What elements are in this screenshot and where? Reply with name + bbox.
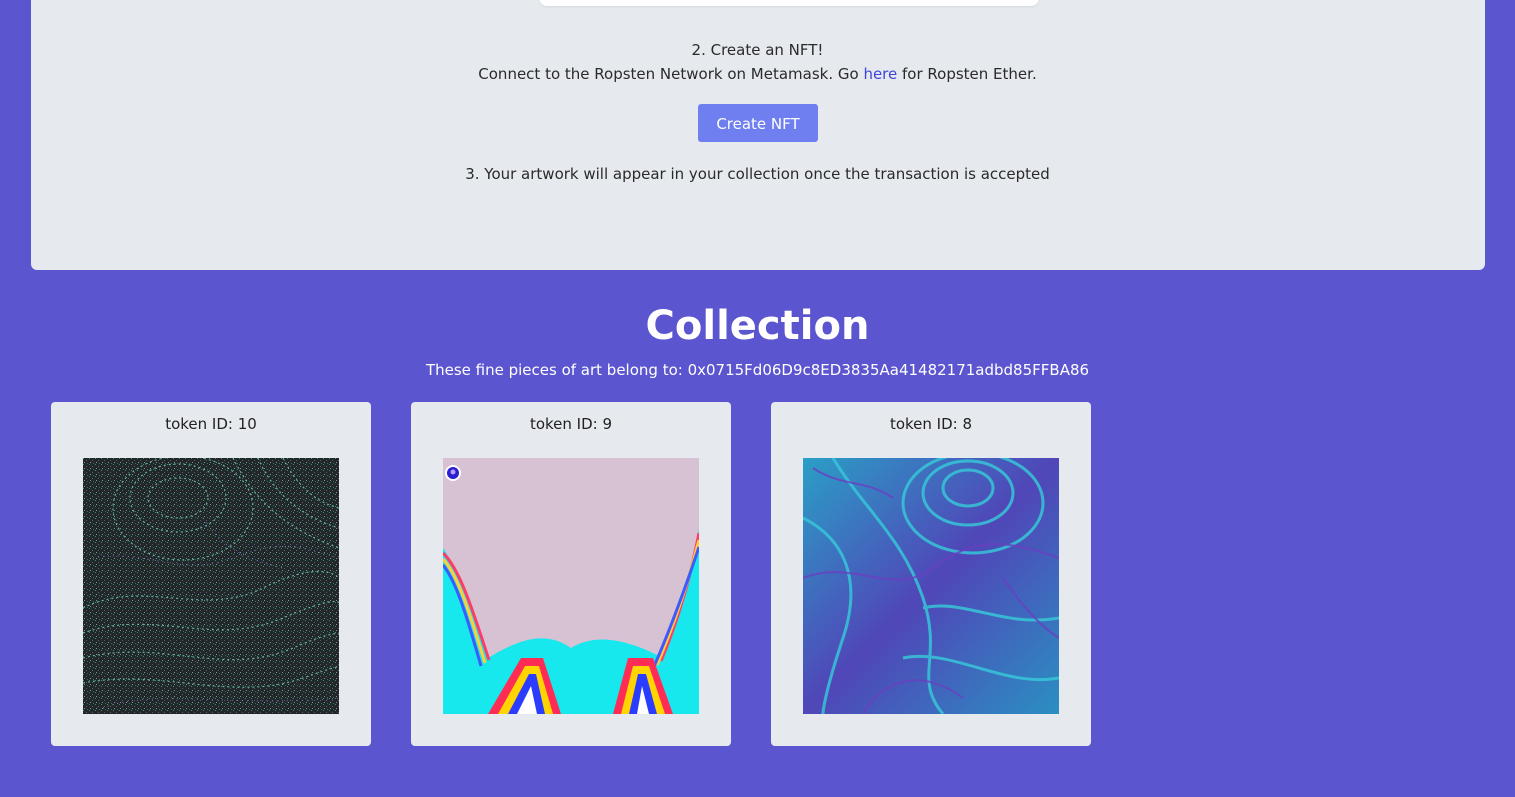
- network-instruction-prefix: Connect to the Ropsten Network on Metama…: [478, 65, 864, 83]
- collection-title: Collection: [645, 303, 870, 349]
- nft-card[interactable]: token ID: 10: [51, 402, 371, 746]
- nft-artwork-image: [443, 458, 699, 714]
- step3-text: 3. Your artwork will appear in your coll…: [465, 165, 1050, 183]
- create-nft-button[interactable]: Create NFT: [698, 104, 818, 142]
- network-instruction: Connect to the Ropsten Network on Metama…: [0, 62, 1515, 86]
- upload-box[interactable]: [539, 0, 1039, 6]
- token-id-label: token ID: 8: [889, 415, 973, 433]
- nft-artwork-image: [83, 458, 339, 714]
- artwork-rainbow-cloud: [443, 458, 699, 714]
- artwork-blue-waves: [803, 458, 1059, 714]
- step2-instructions: 2. Create an NFT! Connect to the Ropsten…: [0, 38, 1515, 86]
- page: 2. Create an NFT! Connect to the Ropsten…: [0, 0, 1515, 797]
- nft-card[interactable]: token ID: 8: [771, 402, 1091, 746]
- owner-address-line: These fine pieces of art belong to: 0x07…: [425, 361, 1090, 379]
- faucet-link[interactable]: here: [863, 65, 897, 83]
- nft-artwork-image: [803, 458, 1059, 714]
- nft-card[interactable]: token ID: 9: [411, 402, 731, 746]
- token-id-label: token ID: 10: [165, 415, 257, 433]
- token-id-label: token ID: 9: [529, 415, 613, 433]
- artwork-dark-swirl: [83, 458, 339, 714]
- network-instruction-suffix: for Ropsten Ether.: [897, 65, 1037, 83]
- step2-title: 2. Create an NFT!: [691, 41, 824, 59]
